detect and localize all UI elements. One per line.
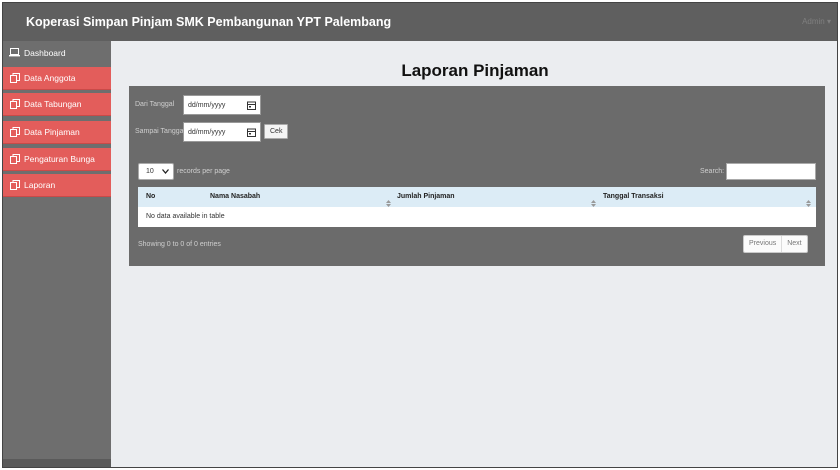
to-date-field[interactable]: dd/mm/yyyy <box>183 122 261 142</box>
copy-icon <box>9 99 20 110</box>
page-length-select[interactable]: 10 <box>138 163 174 180</box>
chevron-down-icon <box>162 169 169 176</box>
cek-button[interactable]: Cek <box>264 124 289 139</box>
copy-icon <box>9 180 20 191</box>
to-date-label: Sampai Tanggal <box>135 128 186 135</box>
column-header-tanggal-transaksi[interactable]: Tanggal Transaksi <box>603 187 664 207</box>
sidebar-item-label: Laporan <box>24 180 56 190</box>
sidebar: Dashboard Data Anggota Data Tabungan Dat… <box>3 41 111 467</box>
sidebar-item-data-pinjaman[interactable]: Data Pinjaman <box>3 121 111 144</box>
pagination: Previous Next <box>743 235 808 253</box>
calendar-icon[interactable] <box>247 101 256 112</box>
column-header-no[interactable]: No <box>146 187 155 207</box>
search-label: Search: <box>700 168 725 175</box>
copy-icon <box>9 154 20 165</box>
empty-table-message: No data available in table <box>146 213 225 220</box>
from-date-field[interactable]: dd/mm/yyyy <box>183 95 261 115</box>
table-header: No Nama Nasabah Jumlah Pinjaman Tanggal … <box>138 187 816 207</box>
copy-icon <box>9 127 20 138</box>
loans-table: No Nama Nasabah Jumlah Pinjaman Tanggal … <box>138 187 816 227</box>
app-title[interactable]: Koperasi Simpan Pinjam SMK Pembangunan Y… <box>26 3 391 41</box>
table-row: No data available in table <box>138 207 816 227</box>
previous-page-button[interactable]: Previous <box>744 236 781 252</box>
sidebar-item-label: Dashboard <box>24 47 66 58</box>
laptop-icon <box>9 47 20 58</box>
calendar-icon[interactable] <box>247 128 256 139</box>
sidebar-item-label: Data Tabungan <box>24 99 82 109</box>
sidebar-item-label: Data Pinjaman <box>24 127 80 137</box>
sidebar-item-laporan[interactable]: Laporan <box>3 174 111 197</box>
page-length-label: records per page <box>177 168 230 175</box>
report-panel: Dari Tanggal dd/mm/yyyy Sampai Tanggal d… <box>129 86 825 266</box>
page-title: Laporan Pinjaman <box>401 61 549 80</box>
sidebar-item-data-anggota[interactable]: Data Anggota <box>3 67 111 90</box>
table-info: Showing 0 to 0 of 0 entries <box>138 241 221 248</box>
sidebar-footer <box>3 459 111 467</box>
top-navbar: Koperasi Simpan Pinjam SMK Pembangunan Y… <box>3 3 837 41</box>
user-menu[interactable]: Admin ▾ <box>802 3 831 41</box>
sidebar-item-data-tabungan[interactable]: Data Tabungan <box>3 93 111 116</box>
sidebar-item-dashboard[interactable]: Dashboard <box>3 41 111 64</box>
next-page-button[interactable]: Next <box>781 236 806 252</box>
sidebar-item-label: Pengaturan Bunga <box>24 154 95 164</box>
copy-icon <box>9 73 20 84</box>
page-length-value: 10 <box>146 168 154 175</box>
to-date-value: dd/mm/yyyy <box>188 128 226 136</box>
sidebar-item-pengaturan-bunga[interactable]: Pengaturan Bunga <box>3 148 111 171</box>
column-header-jumlah-pinjaman[interactable]: Jumlah Pinjaman <box>397 187 455 207</box>
app-window: Koperasi Simpan Pinjam SMK Pembangunan Y… <box>2 2 838 468</box>
sidebar-item-label: Data Anggota <box>24 73 76 83</box>
column-header-nama-nasabah[interactable]: Nama Nasabah <box>210 187 260 207</box>
search-input[interactable] <box>726 163 816 180</box>
from-date-label: Dari Tanggal <box>135 101 175 108</box>
from-date-value: dd/mm/yyyy <box>188 101 226 109</box>
